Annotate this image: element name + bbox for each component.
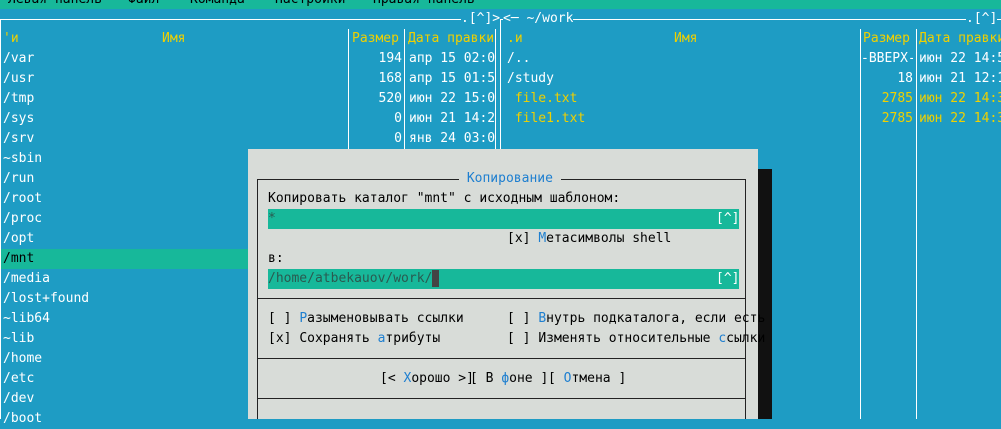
- right-file-name: file1.txt: [507, 111, 586, 126]
- left-header-size[interactable]: Размер: [352, 29, 399, 49]
- menu-left-panel[interactable]: Левая панель: [8, 0, 102, 9]
- left-file-date: июн 22 15:06: [409, 91, 495, 106]
- shell-patterns-checkbox[interactable]: [x] Метасимволы shell: [507, 229, 671, 249]
- right-current-path[interactable]: <─ ~/work: [503, 9, 574, 29]
- shell-label: етасимволы shell: [546, 231, 672, 246]
- right-file-name: file.txt: [507, 91, 578, 106]
- right-file-size: -ВВЕРХ-: [861, 51, 913, 66]
- relative-label: сылки: [726, 331, 766, 346]
- relative-hotkey: с: [718, 331, 727, 346]
- right-panel-corner[interactable]: .[^]: [966, 9, 998, 29]
- cancel-pre: [: [548, 371, 564, 386]
- dialog-shadow: [758, 169, 772, 419]
- left-file-name: /var: [3, 51, 35, 66]
- left-file-size: 168: [378, 71, 402, 86]
- left-file-date: янв 24 03:00: [409, 131, 495, 146]
- right-header-size[interactable]: Размер: [863, 29, 910, 49]
- background-button[interactable]: [ В фоне ]: [470, 369, 548, 389]
- shell-checkbox-box[interactable]: [x]: [507, 231, 530, 246]
- source-mask-input[interactable]: *: [268, 209, 716, 229]
- left-file-name: /sys: [3, 111, 35, 126]
- to-label: в:: [268, 251, 284, 266]
- menu-command[interactable]: Команда: [190, 0, 245, 9]
- left-file-name: /srv: [3, 131, 35, 146]
- dive-box[interactable]: [ ]: [507, 311, 530, 326]
- dereference-box[interactable]: [ ]: [268, 311, 291, 326]
- right-header-sort[interactable]: .и: [507, 29, 523, 49]
- source-history-button[interactable]: [^]: [716, 209, 740, 229]
- right-file-date: июн 21 12:10: [919, 71, 1001, 86]
- dialog-title: Копирование: [459, 169, 561, 189]
- shell-hotkey: М: [538, 231, 547, 246]
- left-header-date[interactable]: Дата правки: [408, 29, 494, 49]
- right-file-row[interactable]: /.. -ВВЕРХ-июн 22 14:55: [501, 49, 1001, 69]
- dive-label: нутрь подкаталога, если есть: [546, 311, 766, 326]
- ok-pre: [<: [380, 371, 404, 386]
- left-file-size: 0: [394, 131, 402, 146]
- preserve-attributes-checkbox[interactable]: [x] Сохранять атрибуты: [268, 329, 440, 349]
- menu-settings[interactable]: Настройки: [275, 0, 345, 9]
- left-panel-corner[interactable]: .[^]>: [461, 9, 501, 29]
- destination-input[interactable]: /home/atbekauov/work/: [268, 269, 716, 289]
- right-file-name: /study: [507, 71, 554, 86]
- menu-right-panel[interactable]: Правая панель: [373, 0, 475, 9]
- dive-hotkey: В: [538, 311, 547, 326]
- dereference-label: азыменовывать ссылки: [307, 311, 464, 326]
- right-column-headers: .и Имя Размер Дата правки: [500, 29, 1001, 49]
- left-file-row[interactable]: /var 194 апр 15 02:01: [1, 49, 495, 69]
- right-file-size: 2785: [881, 91, 913, 106]
- menu-bar: Левая панель Файл Команда Настройки Прав…: [0, 0, 1001, 9]
- left-file-row[interactable]: /tmp 520 июн 22 15:06: [1, 89, 495, 109]
- left-file-size: 0: [394, 111, 402, 126]
- left-file-name: /usr: [3, 71, 35, 86]
- right-header-date[interactable]: Дата правки: [919, 29, 1001, 49]
- dereference-links-checkbox[interactable]: [ ] Разыменовывать ссылки: [268, 309, 464, 329]
- right-file-row[interactable]: file.txt 2785 июн 22 14:30: [501, 89, 1001, 109]
- relative-label-pre: Изменять относительные: [538, 331, 719, 346]
- background-pre: [ В: [470, 371, 502, 386]
- left-header-name[interactable]: Имя: [162, 29, 185, 49]
- right-file-name: /..: [507, 51, 531, 66]
- right-file-row[interactable]: file1.txt 2785 июн 22 14:30: [501, 109, 1001, 129]
- destination-value: /home/atbekauov/work/: [268, 271, 433, 286]
- text-cursor: [432, 270, 440, 287]
- left-file-row[interactable]: /srv 0 янв 24 03:00: [1, 129, 495, 149]
- left-file-name: /tmp: [3, 91, 35, 106]
- ok-label: орошо >]: [411, 371, 474, 386]
- left-file-date: июн 21 14:21: [409, 111, 495, 126]
- copy-prompt: Копировать каталог "mnt" с исходным шабл…: [268, 191, 621, 206]
- left-file-date: апр 15 01:57: [409, 71, 495, 86]
- right-file-row[interactable]: /study 18 июн 21 12:10: [501, 69, 1001, 89]
- preserve-label: трибуты: [385, 331, 441, 346]
- right-file-date: июн 22 14:30: [919, 91, 1001, 106]
- cancel-label: тмена ]: [571, 371, 627, 386]
- right-file-size: 2785: [881, 111, 913, 126]
- left-column-headers: 'и Имя Размер Дата правки: [0, 29, 495, 49]
- preserve-label-pre: Сохранять: [299, 331, 378, 346]
- left-file-row[interactable]: /sys 0 июн 21 14:21: [1, 109, 495, 129]
- menu-file[interactable]: Файл: [128, 0, 159, 9]
- copy-dialog: Копирование Копировать каталог "mnt" с и…: [248, 149, 765, 419]
- left-file-size: 520: [378, 91, 402, 106]
- cancel-button[interactable]: [ Отмена ]: [548, 369, 626, 389]
- relative-box[interactable]: [ ]: [507, 331, 530, 346]
- left-file-date: апр 15 02:01: [409, 51, 495, 66]
- destination-history-button[interactable]: [^]: [716, 269, 740, 289]
- ok-button[interactable]: [< Хорошо >]: [380, 369, 474, 389]
- left-file-size: 194: [378, 51, 402, 66]
- dereference-hotkey: Р: [299, 311, 308, 326]
- right-file-size: 18: [897, 71, 913, 86]
- dive-into-subdir-checkbox[interactable]: [ ] Внутрь подкаталога, если есть: [507, 309, 765, 329]
- background-hotkey: ф: [501, 371, 510, 386]
- preserve-box[interactable]: [x]: [268, 331, 291, 346]
- background-label: оне ]: [509, 371, 549, 386]
- left-header-sort[interactable]: 'и: [3, 29, 19, 49]
- right-file-date: июн 22 14:30: [919, 111, 1001, 126]
- relative-symlinks-checkbox[interactable]: [ ] Изменять относительные ссылки: [507, 329, 765, 349]
- right-file-date: июн 22 14:55: [919, 51, 1001, 66]
- left-file-row[interactable]: /usr 168 апр 15 01:57: [1, 69, 495, 89]
- right-header-name[interactable]: Имя: [674, 29, 697, 49]
